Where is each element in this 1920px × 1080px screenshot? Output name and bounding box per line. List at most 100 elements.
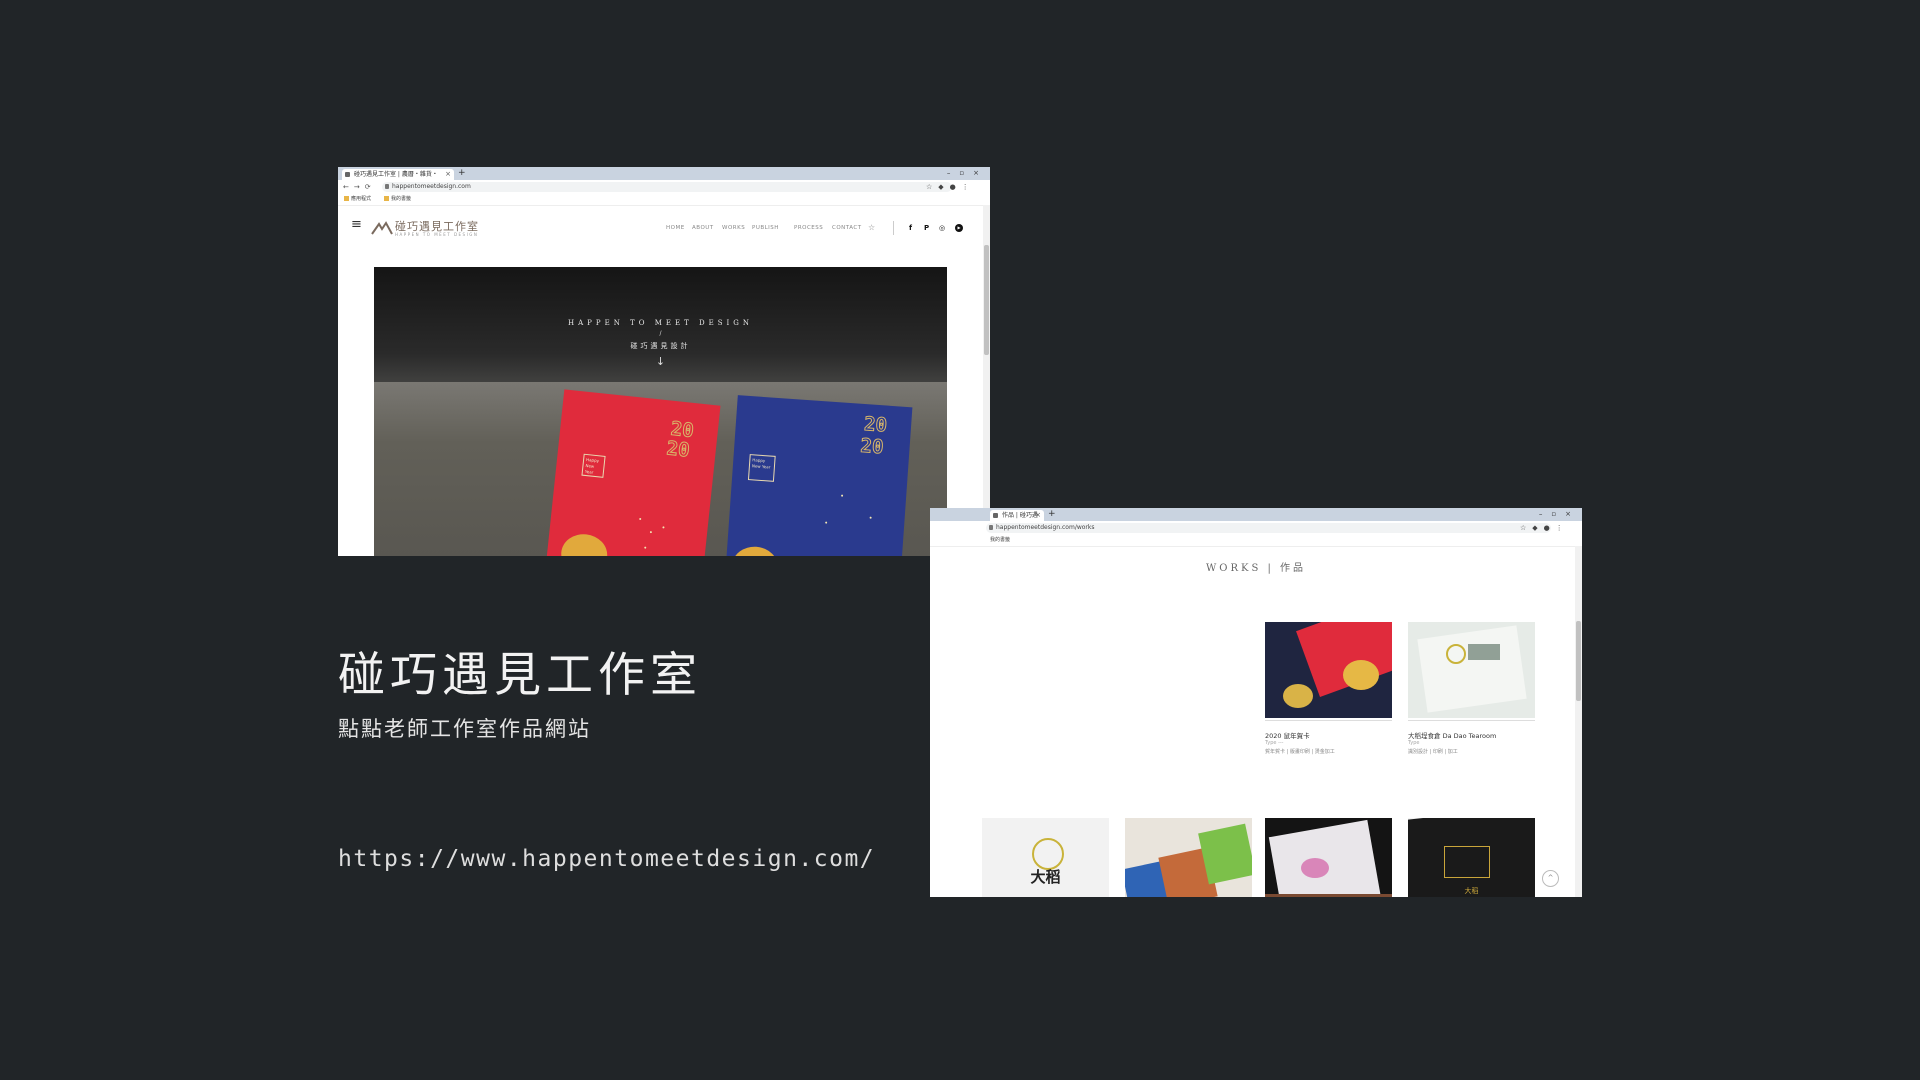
- back-to-top-button[interactable]: ^: [1542, 870, 1559, 887]
- mouse-illustration: [1343, 660, 1379, 690]
- apps-icon: [344, 196, 349, 201]
- thumb-logo-text: 大稻: [1030, 868, 1061, 886]
- work-thumbnail[interactable]: 大稻: [982, 818, 1109, 897]
- divider: [1265, 720, 1392, 721]
- mouse-illustration: [1283, 684, 1313, 708]
- work-tags: 賀年賀卡 | 版畫印刷 | 燙金加工: [1265, 749, 1335, 755]
- nav-works[interactable]: WORKS: [722, 225, 745, 231]
- favicon-icon: [993, 513, 998, 518]
- thumb-logo-text: 大稻: [1464, 887, 1479, 895]
- facebook-icon[interactable]: f: [909, 224, 912, 232]
- nav-home[interactable]: HOME: [666, 225, 685, 231]
- url-input[interactable]: happentomeetdesign.com: [382, 182, 952, 192]
- work-thumbnail[interactable]: 大稻: [1408, 818, 1535, 897]
- card-greeting: Happy New Year: [747, 454, 776, 482]
- work-thumbnail[interactable]: [1125, 818, 1252, 897]
- scrollbar[interactable]: [983, 205, 990, 556]
- instagram-icon[interactable]: ◎: [939, 224, 945, 232]
- logo-subtitle: HAPPEN TO MEET DESIGN: [395, 232, 479, 237]
- cart-icon[interactable]: ☆: [868, 223, 876, 232]
- browser-tab[interactable]: 碰巧遇見工作室 | 農曆・雜貨・ ×: [342, 169, 454, 180]
- scroll-down-icon[interactable]: ↓: [374, 355, 947, 368]
- folder-icon: [384, 196, 389, 201]
- browser-toolbar-icons[interactable]: ☆◆●⋮: [1520, 521, 1569, 535]
- url-text: happentomeetdesign.com: [392, 183, 471, 190]
- bookmark-label: 應用程式: [351, 196, 372, 202]
- work-tags: 識別設計 | 印刷 | 加工: [1408, 749, 1458, 755]
- scroll-thumb[interactable]: [1576, 621, 1581, 701]
- nav-process[interactable]: PROCESS: [794, 225, 823, 231]
- browser-tab[interactable]: 作品 | 碰巧遇 ×: [990, 510, 1044, 521]
- browser-nav-icons[interactable]: ←→⟳: [343, 180, 376, 194]
- youtube-icon[interactable]: ▶: [955, 224, 963, 232]
- menu-icon[interactable]: ≡: [351, 218, 362, 231]
- card-year-top: 20: [863, 413, 888, 438]
- url-input[interactable]: happentomeetdesign.com/works: [986, 523, 1551, 533]
- wood-shape: [1265, 894, 1392, 897]
- window-controls[interactable]: –▫×: [947, 167, 988, 180]
- mouse-illustration: [730, 545, 780, 556]
- face-card-shape: [1268, 819, 1382, 897]
- card-greeting: Happy New Year: [581, 453, 606, 478]
- close-tab-icon[interactable]: ×: [1035, 510, 1041, 521]
- scrollbar[interactable]: [1575, 546, 1582, 897]
- close-tab-icon[interactable]: ×: [445, 169, 451, 180]
- star-dot: [644, 546, 647, 549]
- bookmark-item[interactable]: 我的書籤: [990, 535, 1010, 546]
- scroll-thumb[interactable]: [984, 245, 989, 355]
- window-controls[interactable]: –▫×: [1539, 508, 1580, 521]
- browser-tab-bar: 碰巧遇見工作室 | 農曆・雜貨・ × + –▫×: [338, 167, 990, 180]
- pinterest-icon[interactable]: P: [924, 224, 929, 232]
- work-title[interactable]: 大稻埕食倉 Da Dao Tearoom: [1408, 730, 1496, 740]
- site-header: ≡ 碰巧遇見工作室 HAPPEN TO MEET DESIGN HOME ABO…: [338, 205, 990, 243]
- star-dot: [649, 531, 653, 534]
- bookmark-label: 我的書籤: [391, 196, 412, 202]
- star-dot: [662, 526, 665, 529]
- work-thumbnail[interactable]: [1265, 818, 1392, 897]
- card-year-bottom: 20: [665, 437, 691, 462]
- work-title[interactable]: 2020 鼠年賀卡: [1265, 730, 1310, 740]
- bookmarks-bar: 我的書籤: [930, 535, 1582, 547]
- lock-icon: [385, 184, 389, 189]
- work-type: Type ---: [1265, 740, 1284, 746]
- browser-tab-title: 碰巧遇見工作室 | 農曆・雜貨・: [354, 171, 438, 178]
- star-dot: [825, 521, 828, 524]
- logo-mark-icon: [371, 221, 393, 235]
- star-dot: [639, 517, 642, 521]
- work-type: Type: [1408, 740, 1420, 746]
- nav-divider: [893, 221, 894, 235]
- blush-shape: [1301, 858, 1329, 878]
- blue-card-image: 20 20 Happy New Year: [724, 395, 913, 556]
- site-title: 碰巧遇見工作室: [338, 648, 702, 703]
- card-year-bottom: 20: [859, 434, 885, 459]
- green-tag-shape: [1198, 823, 1252, 885]
- new-tab-button[interactable]: +: [1048, 508, 1056, 521]
- hero-title: HAPPEN TO MEET DESIGN: [568, 319, 753, 327]
- works-screenshot: 作品 | 碰巧遇 × + –▫× happentomeetdesign.com/…: [930, 508, 1582, 897]
- bookmark-item[interactable]: 我的書籤: [384, 194, 411, 205]
- browser-tab-bar: 作品 | 碰巧遇 × + –▫×: [930, 508, 1582, 521]
- work-thumbnail[interactable]: [1265, 622, 1392, 718]
- browser-address-bar: ←→⟳ happentomeetdesign.com ☆◆●⋮: [338, 180, 990, 195]
- nav-about[interactable]: ABOUT: [692, 225, 714, 231]
- lock-icon: [989, 525, 993, 530]
- works-heading: WORKS | 作品: [1205, 563, 1307, 574]
- nav-contact[interactable]: CONTACT: [832, 225, 862, 231]
- nav-publish[interactable]: PUBLISH: [752, 225, 779, 231]
- favicon-icon: [345, 172, 350, 177]
- site-url[interactable]: https://www.happentomeetdesign.com/: [338, 846, 875, 872]
- red-card-image: 20 20 Happy New Year: [544, 389, 721, 556]
- hero-divider: /: [659, 330, 662, 337]
- work-thumbnail[interactable]: [1408, 622, 1535, 718]
- gold-logo-box: [1444, 846, 1490, 878]
- browser-address-bar: happentomeetdesign.com/works ☆◆●⋮: [930, 521, 1582, 536]
- logo-text-shape: [1468, 644, 1500, 660]
- logo-seal-icon: [1446, 644, 1466, 664]
- home-screenshot: 碰巧遇見工作室 | 農曆・雜貨・ × + –▫× ←→⟳ happentomee…: [338, 167, 990, 556]
- bookmark-item[interactable]: 應用程式: [344, 194, 371, 205]
- star-dot: [869, 516, 872, 519]
- tea-card-shape: [1417, 625, 1527, 713]
- url-text: happentomeetdesign.com/works: [996, 524, 1095, 531]
- browser-toolbar-icons[interactable]: ☆◆●⋮: [926, 180, 975, 194]
- new-tab-button[interactable]: +: [458, 167, 466, 180]
